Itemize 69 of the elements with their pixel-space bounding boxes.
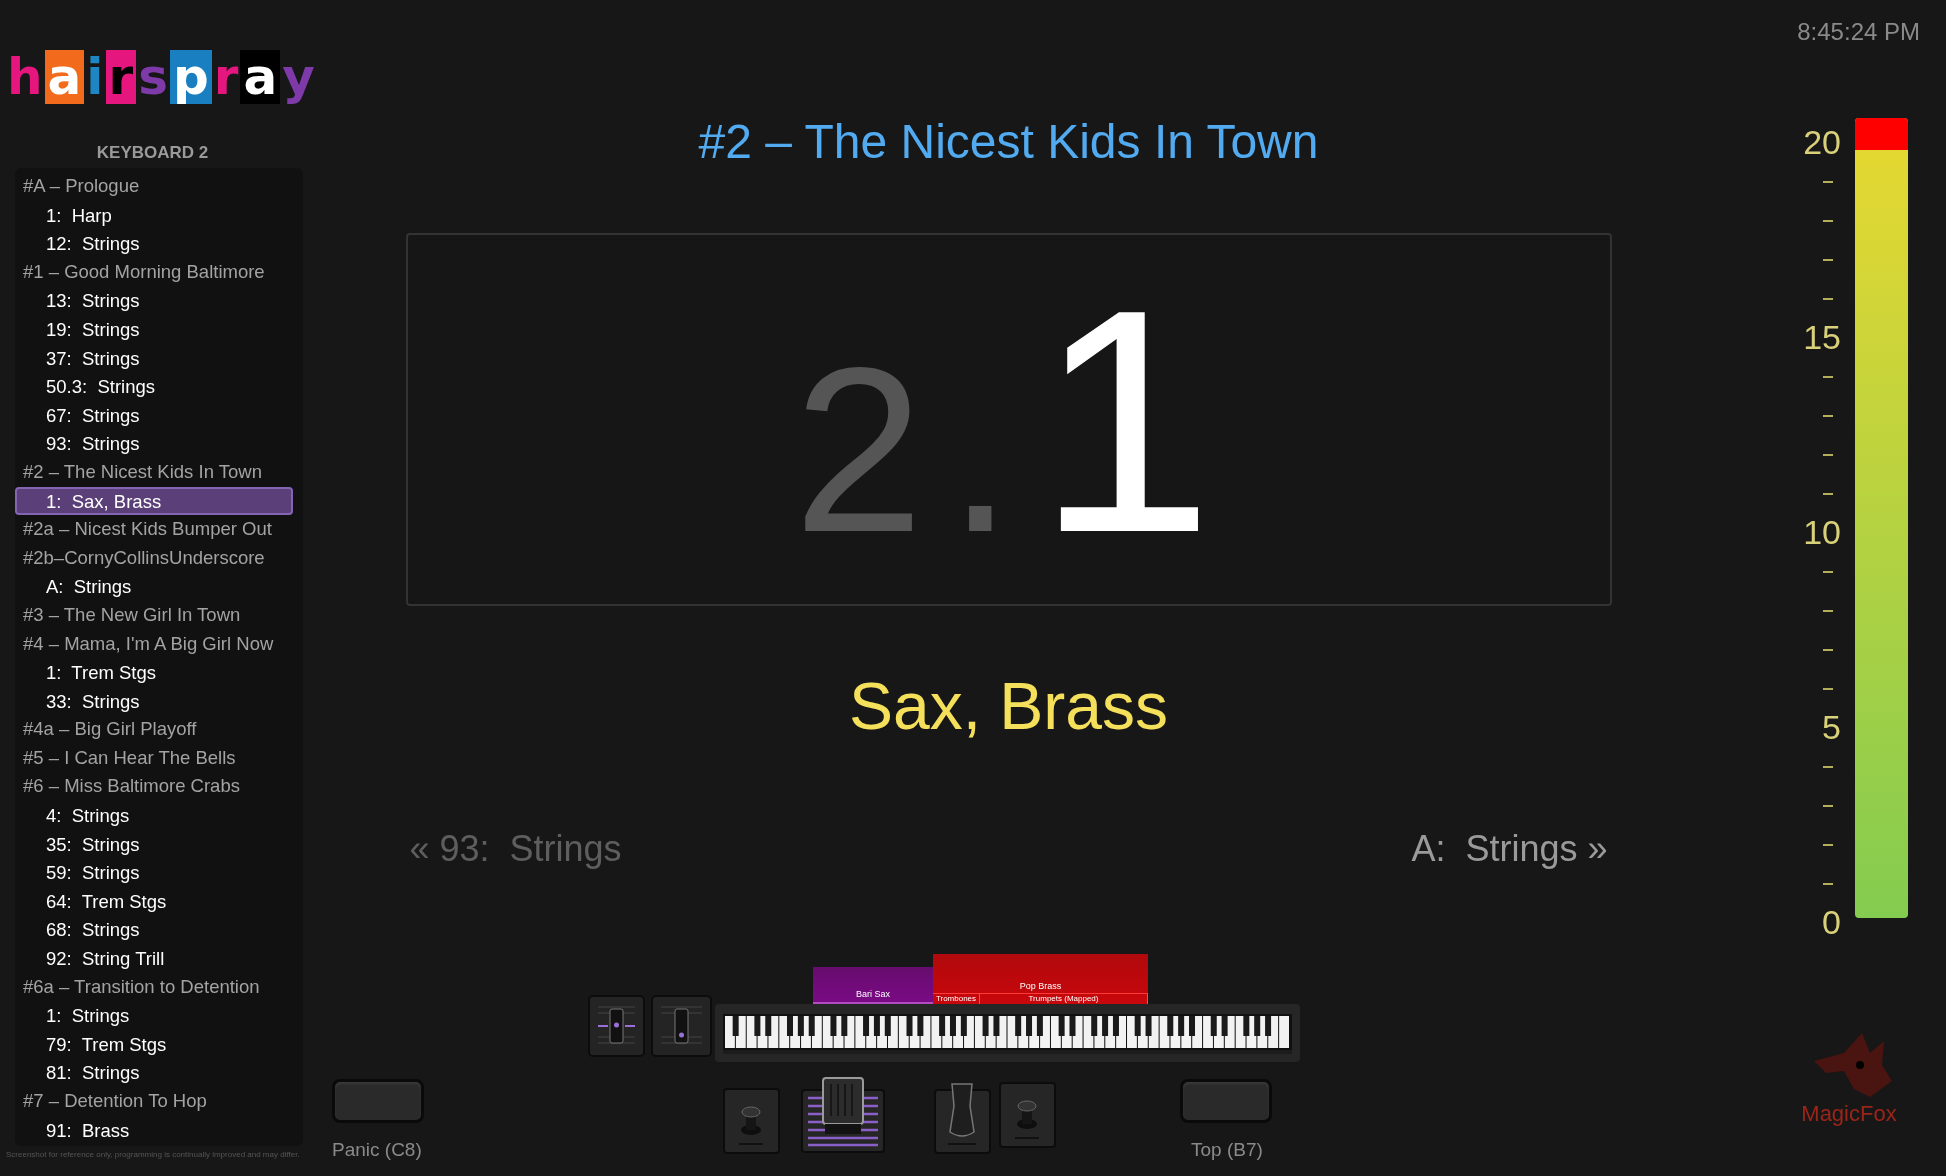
song-title[interactable]: #3 – The New Girl In Town [15, 600, 303, 630]
patch-item[interactable]: 4: Strings [15, 801, 293, 830]
clock: 8:45:24 PM [1796, 17, 1921, 40]
patch-item[interactable]: 12: Strings [15, 229, 293, 258]
patch-name: Sax, Brass [848, 668, 1169, 745]
patch-item[interactable]: 64: Trem Stgs [15, 886, 293, 916]
song-title[interactable]: #2b–CornyCollinsUnderscore [15, 543, 303, 573]
scale-label: 20 [1803, 123, 1842, 163]
panic-button[interactable] [332, 1079, 424, 1123]
patch-item[interactable]: 93: Strings [15, 429, 293, 458]
patch-item[interactable]: 59: Strings [15, 858, 293, 887]
patch-item[interactable]: 33: Strings [15, 686, 293, 716]
number-separator: . [947, 318, 1013, 583]
logo-letter: r [213, 50, 239, 104]
piano-keyboard[interactable] [715, 1004, 1300, 1062]
song-title[interactable]: #2 – The Nicest Kids In Town [15, 457, 303, 487]
scale-label: 10 [1803, 513, 1842, 553]
logo-letter: i [86, 50, 104, 104]
zone-bar: Bari Sax [813, 967, 933, 1004]
brand-name: MagicFox [1801, 1100, 1897, 1128]
sustain-pedal [934, 1082, 991, 1154]
patch-item[interactable]: 1: Sax, Brass [15, 486, 293, 516]
logo-letter: a [240, 50, 281, 104]
patch-item[interactable]: 79: Trem Stgs [15, 1029, 293, 1059]
logo-letter: p [169, 50, 212, 104]
panic-label: Panic (C8) [332, 1138, 423, 1162]
song-title[interactable]: #4 – Mama, I'm A Big Girl Now [15, 629, 303, 659]
patch-item[interactable]: 91: Brass [15, 1115, 293, 1145]
song-title[interactable]: #1 – Good Morning Baltimore [15, 257, 303, 287]
scale-label: 0 [1822, 903, 1842, 943]
patch-item[interactable]: 37: Strings [15, 343, 293, 373]
song-title[interactable]: #2a – Nicest Kids Bumper Out [15, 515, 303, 544]
patch-item[interactable]: A: Strings [15, 572, 293, 601]
song-number: 2 [793, 318, 924, 583]
logo-letter: y [282, 50, 315, 104]
song-title[interactable]: #7 – Detention To Hop [15, 1087, 303, 1116]
top-label: Top (B7) [1191, 1138, 1264, 1162]
song-title[interactable]: #4a – Big Girl Playoff [15, 715, 303, 744]
song-title[interactable]: #A – Prologue [15, 172, 303, 201]
logo-letter: r [105, 50, 137, 104]
song-title: #2 – The Nicest Kids In Town [698, 114, 1319, 170]
patch-item[interactable]: 68: Strings [15, 915, 293, 945]
modulation-wheel [651, 995, 712, 1057]
next-patch-link[interactable]: A: Strings » [1411, 822, 1612, 876]
joystick-icon [723, 1088, 780, 1154]
patch-number: 1 [1036, 271, 1214, 571]
patch-item[interactable]: 50.3: Strings [15, 372, 293, 401]
section-heading: KEYBOARD 2 [95, 142, 210, 164]
logo-letter: h [7, 50, 43, 104]
top-button[interactable] [1180, 1079, 1272, 1123]
patch-item[interactable]: 67: Strings [15, 400, 293, 430]
song-title[interactable]: #6 – Miss Baltimore Crabs [15, 772, 303, 802]
song-title[interactable]: #6a – Transition to Detention [15, 972, 303, 1002]
patch-item[interactable]: 1: Harp [15, 200, 293, 230]
zone-label: Pop Brass [1018, 980, 1063, 993]
logo-letter: s [138, 50, 168, 104]
scale-label: 15 [1803, 318, 1842, 358]
patch-item[interactable]: 81: Strings [15, 1058, 293, 1087]
song-title[interactable]: #5 – I Can Hear The Bells [15, 743, 303, 773]
patch-item[interactable]: 19: Strings [15, 314, 293, 344]
patch-item[interactable]: 1: Trem Stgs [15, 658, 293, 687]
patch-item[interactable]: 1: Strings [15, 1001, 293, 1030]
patch-item[interactable]: 92: String Trill [15, 944, 293, 973]
logo-letter: a [44, 50, 85, 104]
scale-label: 5 [1822, 708, 1842, 748]
patch-item[interactable]: 35: Strings [15, 829, 293, 859]
pitch-wheel [588, 995, 645, 1057]
joystick-icon [999, 1082, 1056, 1148]
patch-item[interactable]: 13: Strings [15, 286, 293, 315]
